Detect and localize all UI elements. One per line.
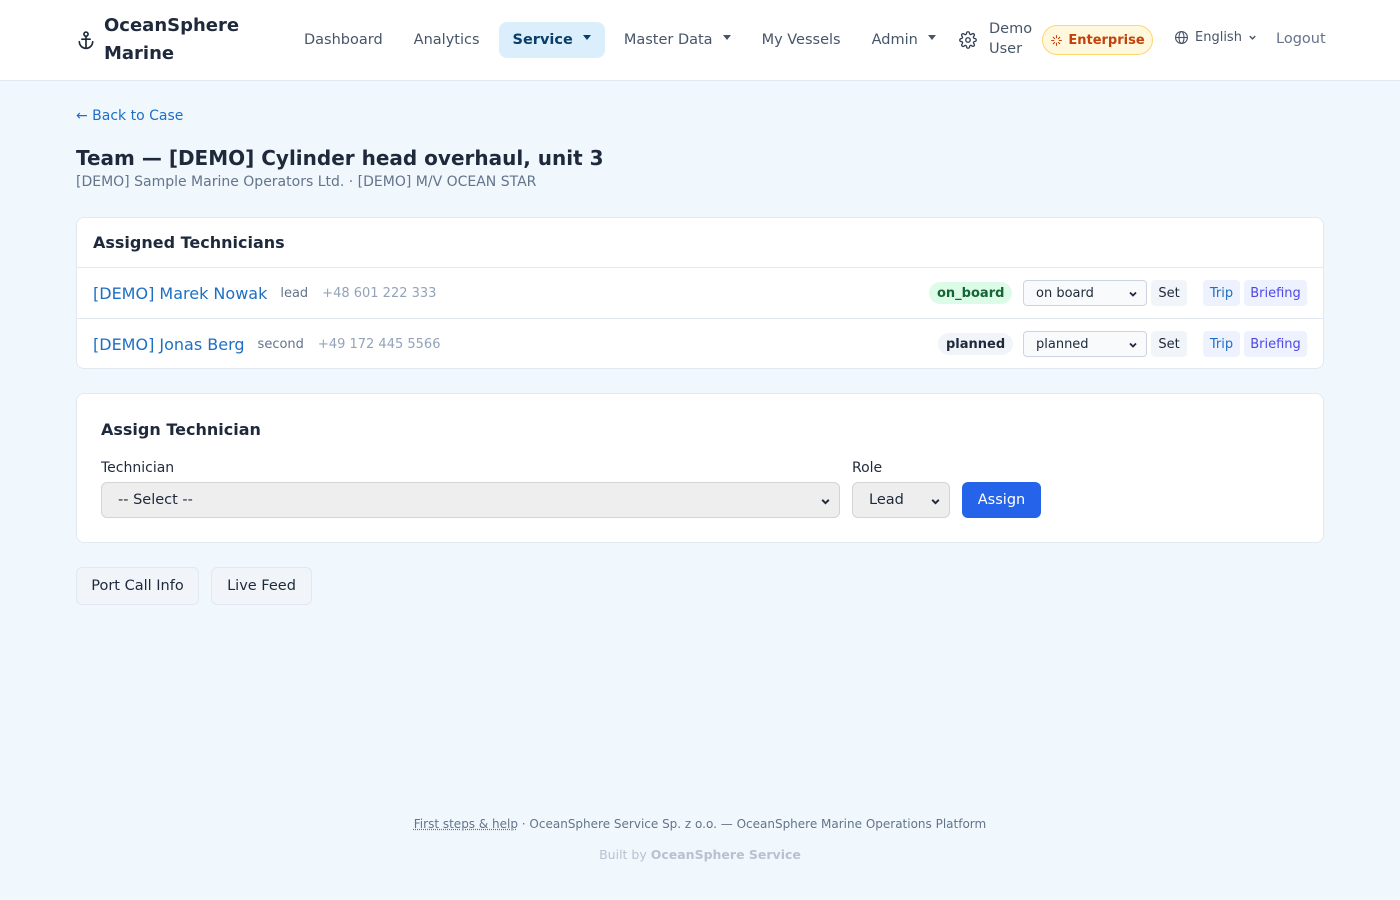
assign-technician-card: Assign Technician Technician Role -- Sel…: [76, 393, 1324, 543]
footer-company: · OceanSphere Service Sp. z o.o. — Ocean…: [517, 817, 987, 831]
footer-built-by: Built by OceanSphere Service: [0, 847, 1400, 862]
nav-master-data-label: Master Data: [623, 32, 713, 48]
status-select-value: on board: [1036, 285, 1094, 301]
technician-label: Technician: [101, 460, 175, 476]
brand-line-1: OceanSphere: [104, 15, 240, 36]
status-badge: planned: [938, 333, 1014, 355]
brand-line-2: Marine: [104, 43, 175, 64]
role-label: Role: [852, 460, 883, 476]
briefing-button[interactable]: Briefing: [1244, 280, 1307, 306]
technician-name-link[interactable]: [DEMO] Marek Nowak: [93, 284, 267, 303]
technician-phone: +48 601 222 333: [322, 285, 437, 301]
nav-dashboard[interactable]: Dashboard: [292, 22, 395, 58]
technician-select-value: -- Select --: [118, 492, 193, 508]
nav-master-data[interactable]: Master Data: [612, 22, 743, 58]
technician-name-link[interactable]: [DEMO] Jonas Berg: [93, 335, 245, 354]
caret-down-icon: [582, 34, 591, 40]
nav-my-vessels[interactable]: My Vessels: [750, 22, 853, 58]
logout-link[interactable]: Logout: [1276, 31, 1326, 47]
nav-admin-label: Admin: [871, 32, 918, 48]
chevron-down-icon: [1249, 35, 1256, 40]
brand-name: OceanSphere Marine: [104, 12, 244, 68]
status-select-value: planned: [1036, 336, 1089, 352]
set-status-button[interactable]: Set: [1151, 280, 1187, 306]
globe-icon: [1175, 31, 1188, 44]
chevron-down-icon: [821, 499, 830, 505]
trip-button[interactable]: Trip: [1203, 280, 1240, 306]
caret-down-icon: [927, 34, 936, 40]
table-row: [DEMO] Marek Nowak lead +48 601 222 333 …: [77, 268, 1323, 319]
assigned-technicians-title: Assigned Technicians: [77, 218, 1323, 268]
technician-role: second: [257, 337, 304, 352]
chevron-down-icon: [1129, 342, 1137, 348]
port-call-info-button[interactable]: Port Call Info: [76, 567, 199, 605]
language-selector[interactable]: English: [1174, 30, 1257, 45]
built-by-brand[interactable]: OceanSphere Service: [651, 847, 801, 862]
technician-select[interactable]: -- Select --: [101, 482, 840, 518]
built-by-label: Built by: [599, 847, 651, 862]
brand-logo[interactable]: OceanSphere Marine: [76, 12, 244, 68]
nav-analytics[interactable]: Analytics: [402, 22, 492, 58]
assign-button[interactable]: Assign: [962, 482, 1041, 518]
trip-button[interactable]: Trip: [1203, 331, 1240, 357]
page-title: Team — [DEMO] Cylinder head overhaul, un…: [76, 146, 604, 170]
nav-analytics-label: Analytics: [413, 32, 480, 48]
language-label: English: [1195, 30, 1242, 45]
user-menu[interactable]: Demo User: [989, 19, 1039, 59]
set-status-button[interactable]: Set: [1151, 331, 1187, 357]
sparkle-icon: [1051, 34, 1063, 46]
gear-icon[interactable]: [959, 31, 977, 49]
assigned-technicians-card: Assigned Technicians [DEMO] Marek Nowak …: [76, 217, 1324, 369]
briefing-button[interactable]: Briefing: [1244, 331, 1307, 357]
technician-phone: +49 172 445 5566: [317, 337, 441, 352]
role-select-value: Lead: [869, 492, 904, 508]
plan-badge-label: Enterprise: [1068, 32, 1145, 48]
status-badge: on_board: [929, 282, 1013, 304]
user-first-name: Demo: [989, 21, 1033, 37]
main-nav: Dashboard Analytics Service Master Data …: [292, 22, 955, 58]
page-subtitle: [DEMO] Sample Marine Operators Ltd. · [D…: [76, 174, 537, 190]
footer-info: First steps & help · OceanSphere Service…: [0, 817, 1400, 831]
status-select[interactable]: on board: [1023, 280, 1147, 306]
caret-down-icon: [722, 34, 731, 40]
nav-service[interactable]: Service: [498, 22, 605, 58]
table-row: [DEMO] Jonas Berg second +49 172 445 556…: [77, 319, 1323, 370]
nav-my-vessels-label: My Vessels: [761, 32, 841, 48]
assign-technician-title: Assign Technician: [101, 420, 261, 439]
top-navbar: OceanSphere Marine Dashboard Analytics S…: [0, 0, 1400, 81]
help-link[interactable]: First steps & help: [414, 817, 518, 831]
chevron-down-icon: [931, 499, 940, 505]
nav-service-label: Service: [512, 32, 573, 48]
technician-role: lead: [280, 285, 309, 301]
user-last-name: User: [989, 41, 1023, 57]
nav-admin[interactable]: Admin: [860, 22, 948, 58]
role-select[interactable]: Lead: [852, 482, 950, 518]
back-to-case-link[interactable]: ← Back to Case: [76, 108, 183, 124]
status-select[interactable]: planned: [1023, 331, 1147, 357]
plan-badge: Enterprise: [1042, 25, 1153, 55]
chevron-down-icon: [1129, 291, 1137, 297]
anchor-icon: [78, 31, 94, 50]
nav-dashboard-label: Dashboard: [304, 32, 383, 48]
live-feed-button[interactable]: Live Feed: [211, 567, 312, 605]
